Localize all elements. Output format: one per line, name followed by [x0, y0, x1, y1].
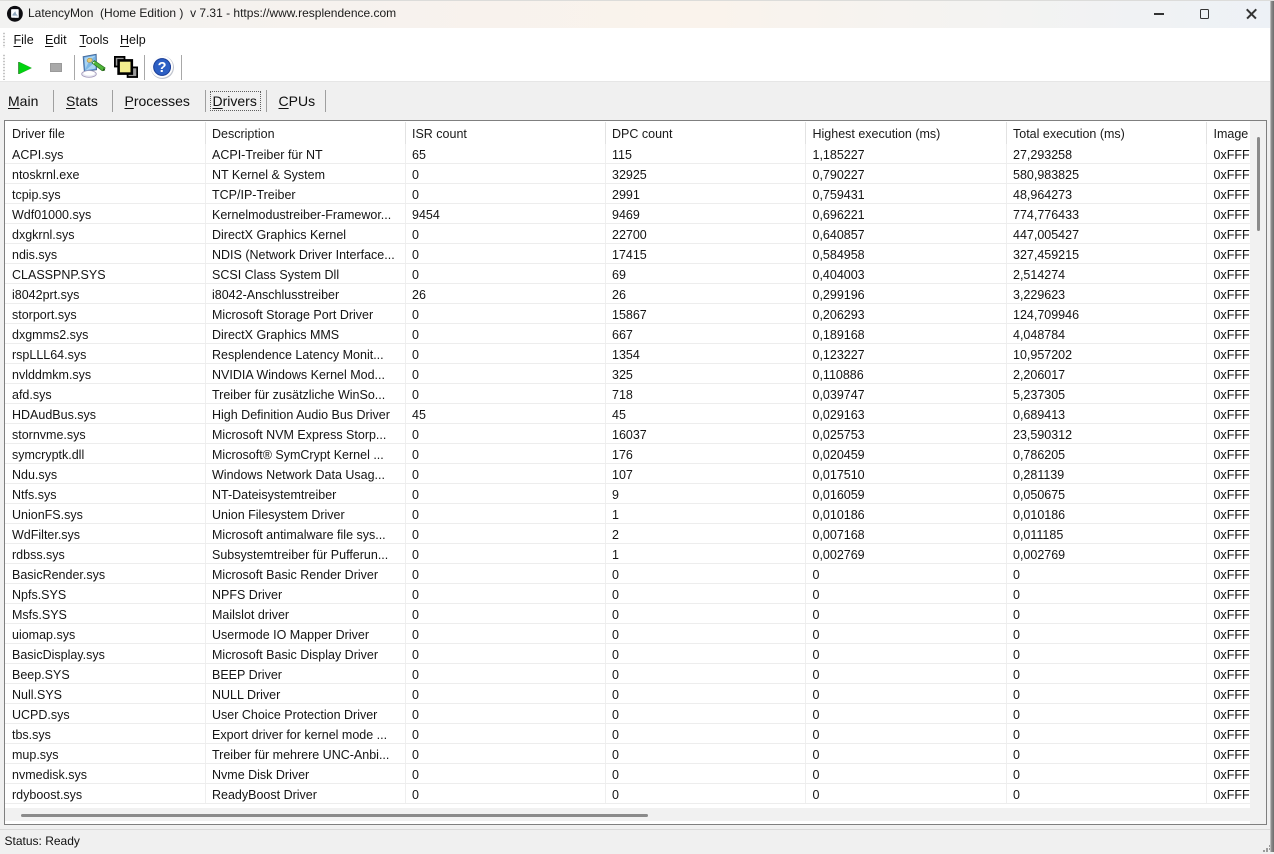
svg-text:?: ?	[158, 60, 167, 76]
